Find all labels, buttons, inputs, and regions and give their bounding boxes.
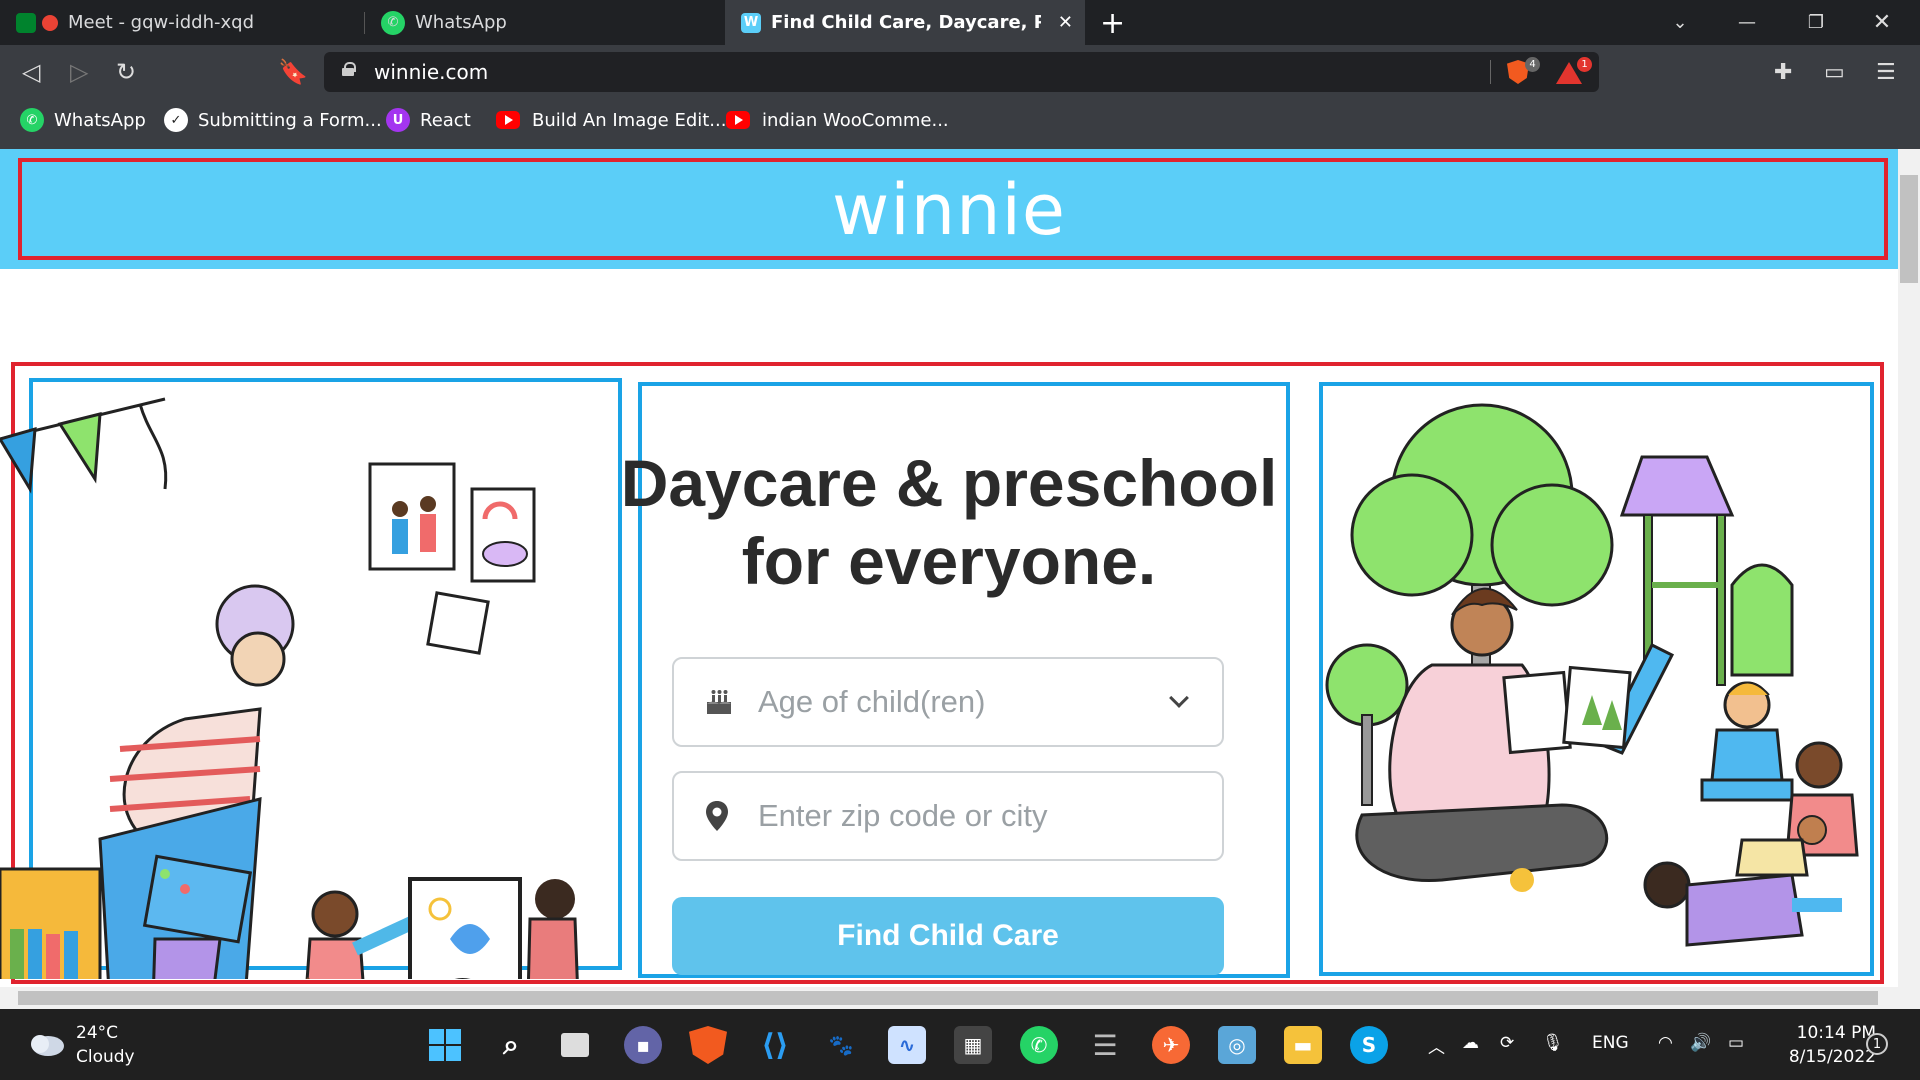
lock-icon[interactable] [342, 62, 356, 76]
skype-icon[interactable]: S [1350, 1026, 1388, 1064]
address-bar[interactable] [324, 52, 1599, 92]
tab-search-icon[interactable]: ⌄ [1650, 0, 1710, 45]
check-circle-icon: ✓ [164, 108, 188, 132]
clock-time[interactable]: 10:14 PM [1786, 1023, 1876, 1043]
bookmark-image-editor[interactable]: Build An Image Edit... [496, 108, 726, 132]
bookmark-woocommerce[interactable]: indian WooComme... [726, 108, 949, 132]
bookmark-label: React [420, 109, 471, 131]
wallet-icon[interactable]: ▭ [1824, 60, 1845, 85]
youtube-icon [726, 111, 750, 129]
notification-badge[interactable]: 1 [1866, 1033, 1888, 1055]
winnie-favicon-icon: W [741, 12, 761, 33]
close-window-icon[interactable]: ✕ [1852, 0, 1912, 45]
file-explorer-icon[interactable]: ▬ [1284, 1026, 1322, 1064]
shield-count-badge: 4 [1525, 57, 1540, 72]
new-tab-button[interactable]: + [1100, 6, 1125, 41]
horizontal-scroll-thumb[interactable] [18, 991, 1878, 1005]
bookmark-react[interactable]: U React [386, 108, 471, 132]
weather-description[interactable]: Cloudy [76, 1047, 135, 1067]
weather-temperature[interactable]: 24°C [76, 1023, 118, 1043]
url-text[interactable]: winnie.com [374, 60, 488, 84]
onedrive-icon[interactable]: ☁ [1462, 1033, 1479, 1053]
whatsapp-icon: ✆ [381, 10, 405, 35]
bookmark-label: Build An Image Edit... [532, 109, 727, 131]
reload-icon[interactable]: ↻ [116, 58, 136, 86]
google-meet-icon [16, 12, 36, 33]
bookmark-label: Submitting a Form... [198, 109, 382, 131]
vscode-icon[interactable]: ⟨⟩ [756, 1026, 794, 1064]
tab-whatsapp[interactable]: ✆ WhatsApp [365, 0, 725, 45]
web-page: winnie Daycare & preschool for everyone.… [0, 149, 1898, 987]
chevron-down-icon [1169, 688, 1189, 708]
microphone-icon[interactable]: 🎙 [1542, 1033, 1564, 1053]
start-menu-icon[interactable] [426, 1026, 464, 1064]
teacher-reading-illustration [1325, 403, 1859, 947]
tab-label: WhatsApp [415, 12, 507, 33]
udemy-icon: U [386, 108, 410, 132]
restore-icon[interactable]: ❐ [1786, 0, 1846, 45]
bookmark-submitting-form[interactable]: ✓ Submitting a Form... [164, 108, 382, 132]
forward-icon[interactable]: ▷ [70, 58, 88, 86]
battery-icon[interactable]: ▭ [1728, 1033, 1744, 1053]
resource-monitor-icon[interactable]: ∿ [888, 1026, 926, 1064]
media-app-icon[interactable]: ▦ [954, 1026, 992, 1064]
teams-chat-icon[interactable]: ▪ [624, 1026, 662, 1064]
bookmark-whatsapp[interactable]: ✆ WhatsApp [20, 108, 146, 132]
clock-date[interactable]: 8/15/2022 [1772, 1047, 1876, 1067]
bookmark-icon[interactable]: 🔖 [278, 58, 308, 86]
location-input-placeholder: Enter zip code or city [758, 798, 1048, 833]
address-divider [1490, 60, 1491, 84]
bookmark-label: indian WooComme... [762, 109, 949, 131]
language-indicator[interactable]: ENG [1592, 1033, 1629, 1053]
find-child-care-button[interactable]: Find Child Care [672, 897, 1224, 975]
photos-app-icon[interactable]: ◎ [1218, 1026, 1256, 1064]
location-pin-icon [706, 801, 728, 831]
whatsapp-taskbar-icon[interactable]: ✆ [1020, 1026, 1058, 1064]
location-input[interactable]: Enter zip code or city [672, 771, 1224, 861]
extensions-icon[interactable]: ✚ [1774, 60, 1792, 85]
sync-icon[interactable]: ⟳ [1500, 1033, 1514, 1053]
bookmark-label: WhatsApp [54, 109, 146, 131]
age-select[interactable]: Age of child(ren) [672, 657, 1224, 747]
youtube-icon [496, 111, 520, 129]
database-icon[interactable]: ☰ [1086, 1026, 1124, 1064]
gimp-icon[interactable]: 🐾 [822, 1026, 860, 1064]
recording-icon [42, 14, 58, 31]
postman-icon[interactable]: ✈ [1152, 1026, 1190, 1064]
tab-label: Find Child Care, Daycare, Preschoo [771, 12, 1041, 33]
tab-meet[interactable]: Meet - gqw-iddh-xqd [0, 0, 365, 45]
task-view-icon[interactable] [556, 1026, 594, 1064]
tab-winnie[interactable]: W Find Child Care, Daycare, Preschoo ✕ [725, 0, 1085, 45]
cloudy-weather-icon[interactable] [26, 1030, 66, 1058]
search-icon[interactable]: ⌕ [492, 1026, 530, 1064]
menu-icon[interactable]: ☰ [1876, 60, 1896, 85]
birthday-cake-icon [707, 690, 731, 714]
age-select-placeholder: Age of child(ren) [758, 684, 986, 719]
vertical-scroll-thumb[interactable] [1900, 175, 1918, 283]
close-tab-icon[interactable]: ✕ [1058, 12, 1073, 33]
tab-label: Meet - gqw-iddh-xqd [68, 12, 255, 33]
minimize-icon[interactable]: — [1717, 0, 1777, 45]
back-icon[interactable]: ◁ [22, 58, 40, 86]
wifi-icon[interactable]: ◠ [1658, 1033, 1673, 1053]
header-highlight-box [18, 158, 1888, 260]
rewards-count-badge: 1 [1577, 57, 1592, 72]
volume-icon[interactable]: 🔊 [1690, 1033, 1711, 1053]
whatsapp-icon: ✆ [20, 108, 44, 132]
show-hidden-icons[interactable]: ︿ [1428, 1033, 1445, 1058]
